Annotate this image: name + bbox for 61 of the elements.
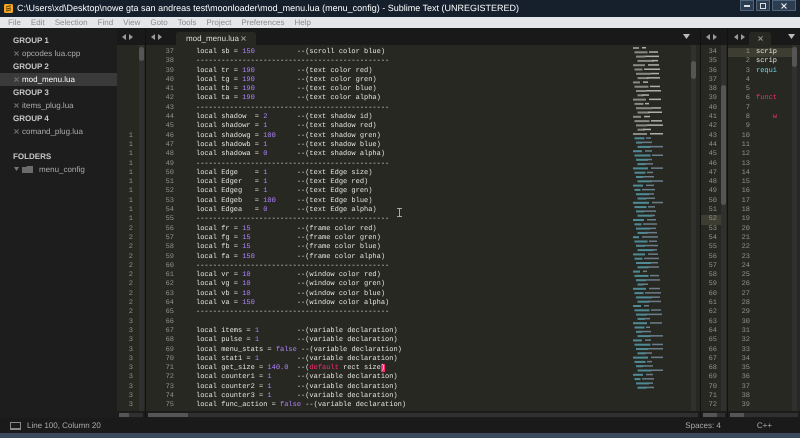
scrollbar-thumb[interactable] (691, 61, 696, 79)
folder-icon (22, 166, 33, 173)
close-icon[interactable] (14, 103, 19, 108)
dropdown-triangle-icon[interactable] (683, 34, 690, 39)
open-file-item[interactable]: opcodes lua.cpp (0, 47, 117, 60)
menu-item[interactable]: Find (98, 18, 114, 28)
file-tab[interactable]: mod_menu.lua (176, 32, 256, 45)
maximize-icon[interactable] (760, 2, 766, 8)
expand-triangle-icon[interactable] (14, 167, 19, 172)
scrollbar-thumb[interactable] (139, 47, 144, 61)
menu-item[interactable]: Preferences (241, 18, 284, 28)
tab-arrows-icon[interactable] (706, 34, 717, 40)
close-icon[interactable] (241, 36, 246, 41)
menu-item[interactable]: Edit (30, 18, 45, 28)
minimize-icon[interactable] (744, 4, 750, 6)
app-logo-icon (4, 4, 13, 13)
group-header: GROUP 2 (12, 61, 50, 73)
group-header: GROUP 4 (12, 113, 50, 125)
scrollbar-thumb[interactable] (730, 412, 744, 416)
text-cursor-icon (397, 208, 402, 217)
minimize-button[interactable] (740, 0, 754, 11)
menu-item[interactable]: Project (206, 18, 232, 28)
scrollbar-thumb[interactable] (703, 412, 717, 416)
cursor-position: Line 100, Column 20 (27, 420, 101, 432)
folder-item[interactable]: menu_config (0, 163, 117, 176)
indentation-setting[interactable]: Spaces: 4 (685, 420, 721, 432)
scrollbar-thumb[interactable] (119, 412, 129, 416)
maximize-button[interactable] (756, 0, 770, 11)
menu-item[interactable]: Goto (150, 18, 168, 28)
open-file-item[interactable]: comand_plug.lua (0, 125, 117, 138)
scrollbar-thumb[interactable] (721, 85, 726, 205)
tab-arrows-icon[interactable] (122, 34, 133, 40)
scrollbar-track[interactable] (691, 45, 696, 411)
syntax-setting[interactable]: C++ (756, 420, 772, 432)
menu-item[interactable]: Tools (178, 18, 196, 28)
close-icon[interactable] (14, 51, 19, 56)
folders-header: FOLDERS (12, 151, 52, 163)
horizontal-scrollbar[interactable] (119, 412, 143, 416)
file-tab[interactable] (749, 32, 771, 45)
tab-arrows-icon[interactable] (151, 34, 162, 40)
menu-item[interactable]: Selection (54, 18, 88, 28)
scrollbar-track[interactable] (139, 45, 144, 411)
close-button[interactable] (772, 0, 796, 11)
horizontal-scrollbar[interactable] (703, 412, 725, 416)
tab-arrows-icon[interactable] (734, 34, 745, 40)
menu-item[interactable]: File (8, 18, 21, 28)
open-file-item[interactable]: mod_menu.lua (0, 73, 117, 86)
scrollbar-thumb[interactable] (792, 47, 797, 67)
scrollbar-thumb[interactable] (148, 412, 188, 416)
scrollbar-track[interactable] (792, 45, 797, 411)
group-header: GROUP 1 (12, 35, 50, 47)
close-icon[interactable] (14, 129, 19, 134)
scrollbar-track[interactable] (721, 45, 726, 411)
panel-toggle-icon[interactable] (10, 422, 21, 430)
open-file-item[interactable]: items_plug.lua (0, 99, 117, 112)
dropdown-triangle-icon[interactable] (788, 34, 795, 39)
menu-item[interactable]: Help (294, 18, 311, 28)
close-icon[interactable] (758, 36, 762, 41)
window-title: C:\Users\xd\Desktop\nowe gta san andreas test\moonloader\mod_menu.lua (menu_config) - Sublime Text (UNREGISTERED) (17, 2, 520, 15)
group-header: GROUP 3 (12, 87, 50, 99)
menu-item[interactable]: View (123, 18, 140, 28)
